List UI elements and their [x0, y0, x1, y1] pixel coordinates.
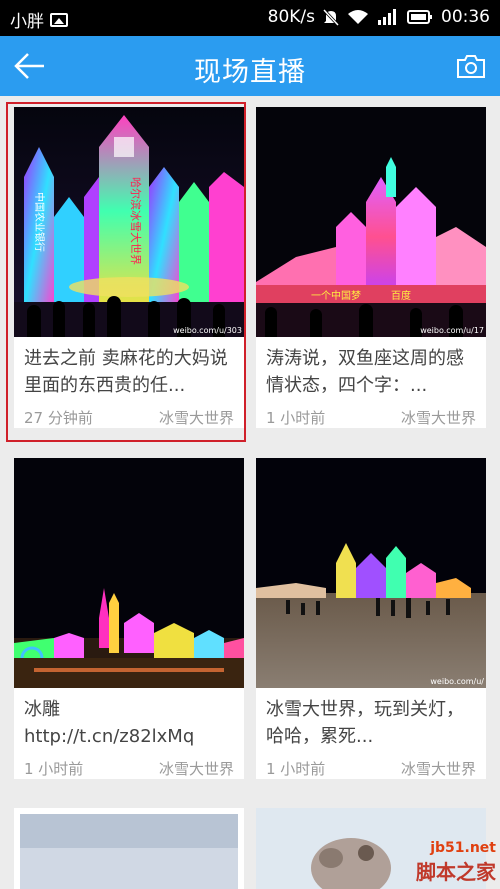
image-notification-icon: [50, 12, 68, 27]
post-card[interactable]: 一个中国梦 百度 weibo.com/u/17 涛涛说，双鱼座这周的感情状态，四…: [256, 107, 486, 428]
page-title: 现场直播: [194, 57, 306, 88]
mute-icon: [323, 8, 339, 26]
ice-banner-text: 哈尔滨冰雪大世界: [129, 177, 143, 265]
signal-icon: [378, 9, 396, 25]
palace-banner-left: 一个中国梦: [311, 289, 361, 302]
post-card[interactable]: weibo.com/u/ 冰雪大世界，玩到关灯，哈哈，累死... 1 小时前 冰…: [256, 458, 486, 779]
post-meta: 1 小时前 冰雪大世界: [256, 750, 486, 779]
post-source[interactable]: 冰雪大世界: [159, 407, 234, 428]
post-time: 1 小时前: [266, 760, 326, 778]
camera-icon[interactable]: [456, 52, 486, 80]
post-image-ice-park: weibo.com/u/: [256, 458, 486, 688]
network-speed: 80K/s: [267, 7, 315, 27]
watermark: jb51.net 脚本之家: [416, 840, 496, 885]
post-image-ice-castle: 哈尔滨冰雪大世界 中国农业银行 weibo.com/u/303: [14, 107, 244, 337]
post-text: 涛涛说，双鱼座这周的感情状态，四个字：...: [266, 348, 464, 396]
watermark-name: 脚本之家: [416, 860, 496, 884]
image-credit: weibo.com/u/17: [420, 326, 484, 335]
status-bar: 小胖 80K/s 00:36: [0, 0, 500, 36]
post-image-partial: [14, 808, 244, 889]
post-time: 1 小时前: [24, 760, 84, 778]
image-credit: weibo.com/u/: [430, 677, 484, 686]
post-card[interactable]: [14, 808, 244, 889]
wifi-icon: [348, 10, 368, 24]
post-time: 1 小时前: [266, 409, 326, 427]
post-source[interactable]: 冰雪大世界: [401, 407, 476, 428]
watermark-site: jb51.net: [430, 840, 496, 856]
post-meta: 1 小时前 冰雪大世界: [14, 750, 244, 779]
battery-icon: [407, 10, 432, 24]
post-meta: 27 分钟前 冰雪大世界: [14, 399, 244, 428]
carrier-label: 小胖: [10, 12, 44, 32]
post-card[interactable]: 哈尔滨冰雪大世界 中国农业银行 weibo.com/u/303 进去之前 卖麻花…: [14, 107, 244, 428]
post-text: 进去之前 卖麻花的大妈说里面的东西贵的任...: [24, 348, 228, 396]
post-card[interactable]: 冰雕 http://t.cn/z82lxMq 1 小时前 冰雪大世界: [14, 458, 244, 779]
post-source[interactable]: 冰雪大世界: [159, 758, 234, 779]
post-time: 27 分钟前: [24, 409, 93, 427]
post-meta: 1 小时前 冰雪大世界: [256, 399, 486, 428]
post-image-ice-sculpture-night: [14, 458, 244, 688]
app-bar: 现场直播: [0, 36, 500, 96]
post-image-ice-palace: 一个中国梦 百度 weibo.com/u/17: [256, 107, 486, 337]
post-source[interactable]: 冰雪大世界: [401, 758, 476, 779]
ice-side-text: 中国农业银行: [33, 192, 46, 252]
clock: 00:36: [441, 7, 490, 27]
post-text: 冰雕 http://t.cn/z82lxMq: [24, 699, 195, 747]
palace-banner-right: 百度: [391, 289, 411, 302]
post-text: 冰雪大世界，玩到关灯，哈哈，累死...: [266, 699, 464, 747]
image-credit: weibo.com/u/303: [173, 326, 242, 335]
